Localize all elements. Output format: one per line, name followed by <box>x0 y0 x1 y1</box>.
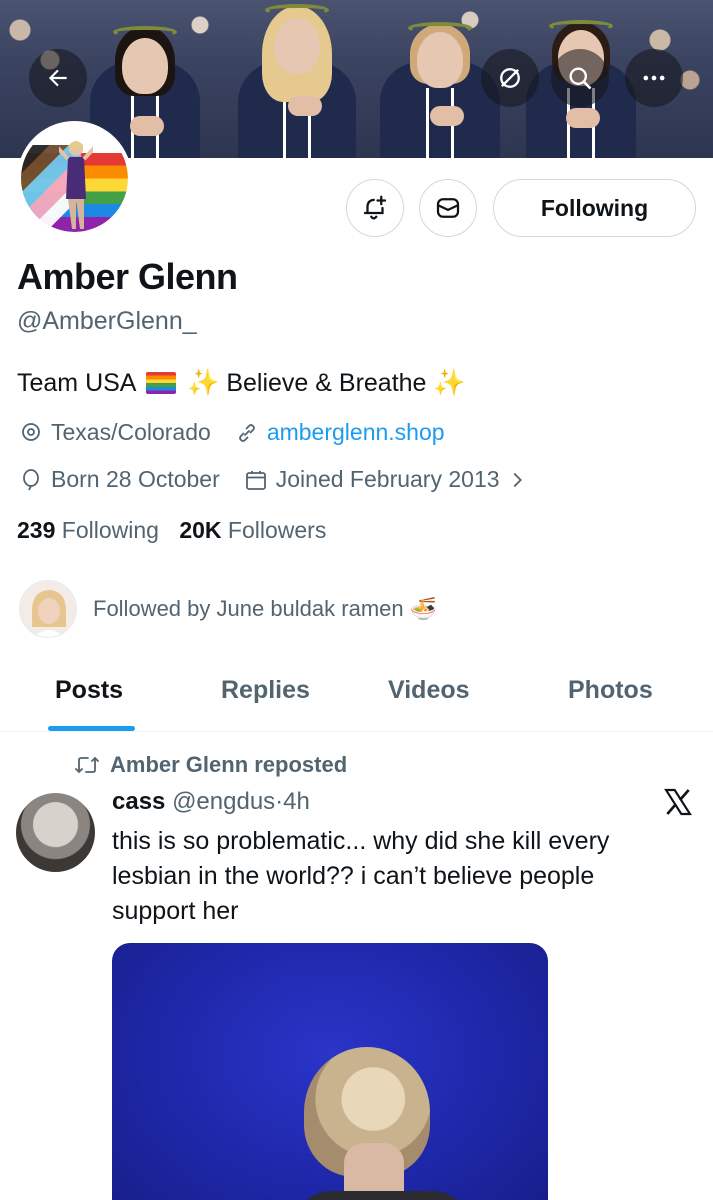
post-author-avatar[interactable] <box>16 793 95 872</box>
follower-avatar <box>19 580 77 638</box>
following-button[interactable]: Following <box>493 179 696 237</box>
search-button[interactable] <box>551 49 609 107</box>
profile-meta-row-2: Born 28 October Joined February 2013 <box>19 466 536 493</box>
rainbow-flag-icon <box>146 372 177 394</box>
more-icon <box>643 75 665 81</box>
joined-text: Joined February 2013 <box>275 466 500 492</box>
grok-button[interactable] <box>481 49 539 107</box>
location-pin-icon <box>22 422 40 441</box>
joined-date[interactable]: Joined February 2013 <box>244 466 536 493</box>
balloon-icon <box>23 468 39 490</box>
back-button[interactable] <box>29 49 87 107</box>
website-link[interactable]: amberglenn.shop <box>235 419 445 446</box>
profile-name: Amber Glenn <box>17 256 238 297</box>
post-time: 4h <box>283 788 310 815</box>
sparkles-icon: ✨ <box>433 367 466 397</box>
profile-tabs: Posts Replies Videos Photos <box>0 660 713 732</box>
followed-by-row[interactable]: Followed by June buldak ramen 🍜 <box>19 580 437 638</box>
bio-text-1: Team USA <box>17 369 136 397</box>
link-icon <box>238 423 255 442</box>
post-media-image[interactable] <box>112 943 548 1200</box>
profile-meta-row-1: Texas/Colorado amberglenn.shop <box>19 419 445 446</box>
tab-videos[interactable]: Videos <box>388 676 470 705</box>
ramen-bowl-icon: 🍜 <box>409 596 438 621</box>
following-count-link[interactable]: 239 Following <box>17 517 165 543</box>
profile-handle: @AmberGlenn_ <box>17 307 197 335</box>
grok-icon <box>500 68 520 88</box>
more-button[interactable] <box>625 49 683 107</box>
following-label: Following <box>61 517 159 543</box>
x-logo-icon <box>664 788 692 816</box>
location: Texas/Colorado <box>19 419 211 446</box>
followers-count-link[interactable]: 20K Followers <box>179 517 326 543</box>
follow-counts: 239 Following 20K Followers <box>17 517 326 544</box>
bell-plus-icon <box>363 195 387 220</box>
tab-posts[interactable]: Posts <box>55 676 123 705</box>
sparkles-icon: ✨ <box>187 367 220 397</box>
arrow-left-icon <box>48 69 67 87</box>
avatar-figure <box>59 141 93 229</box>
tab-photos[interactable]: Photos <box>568 676 653 705</box>
profile-bio: Team USA ✨ Believe & Breathe ✨ <box>17 367 466 398</box>
notify-button[interactable] <box>346 179 404 237</box>
following-count: 239 <box>17 517 56 543</box>
search-icon <box>569 67 592 90</box>
followed-by-text: Followed by June buldak ramen 🍜 <box>93 596 438 621</box>
bio-text-2: Believe & Breathe <box>226 369 427 397</box>
birthday-text: Born 28 October <box>51 466 220 492</box>
calendar-icon <box>245 470 266 490</box>
post-author-name[interactable]: cass <box>112 788 165 815</box>
tab-replies[interactable]: Replies <box>221 676 310 705</box>
followers-label: Followers <box>227 517 327 543</box>
post-text: this is so problematic... why did she ki… <box>112 827 610 925</box>
banner-figure <box>238 0 356 158</box>
chevron-right-icon <box>513 472 522 487</box>
followers-count: 20K <box>179 517 222 543</box>
website-text[interactable]: amberglenn.shop <box>267 419 445 446</box>
message-button[interactable] <box>419 179 477 237</box>
repost-indicator: Amber Glenn reposted <box>74 752 347 778</box>
post-separator: · <box>275 788 284 815</box>
post-author-handle[interactable]: @engdus <box>172 788 275 815</box>
repost-icon <box>75 756 99 774</box>
post-header: cass @engdus·4h <box>112 788 310 816</box>
location-text: Texas/Colorado <box>51 419 211 445</box>
envelope-icon <box>436 198 460 218</box>
active-tab-indicator <box>48 726 135 731</box>
repost-label: Amber Glenn reposted <box>110 752 348 777</box>
birthday: Born 28 October <box>19 466 220 493</box>
profile-avatar[interactable] <box>17 121 132 236</box>
